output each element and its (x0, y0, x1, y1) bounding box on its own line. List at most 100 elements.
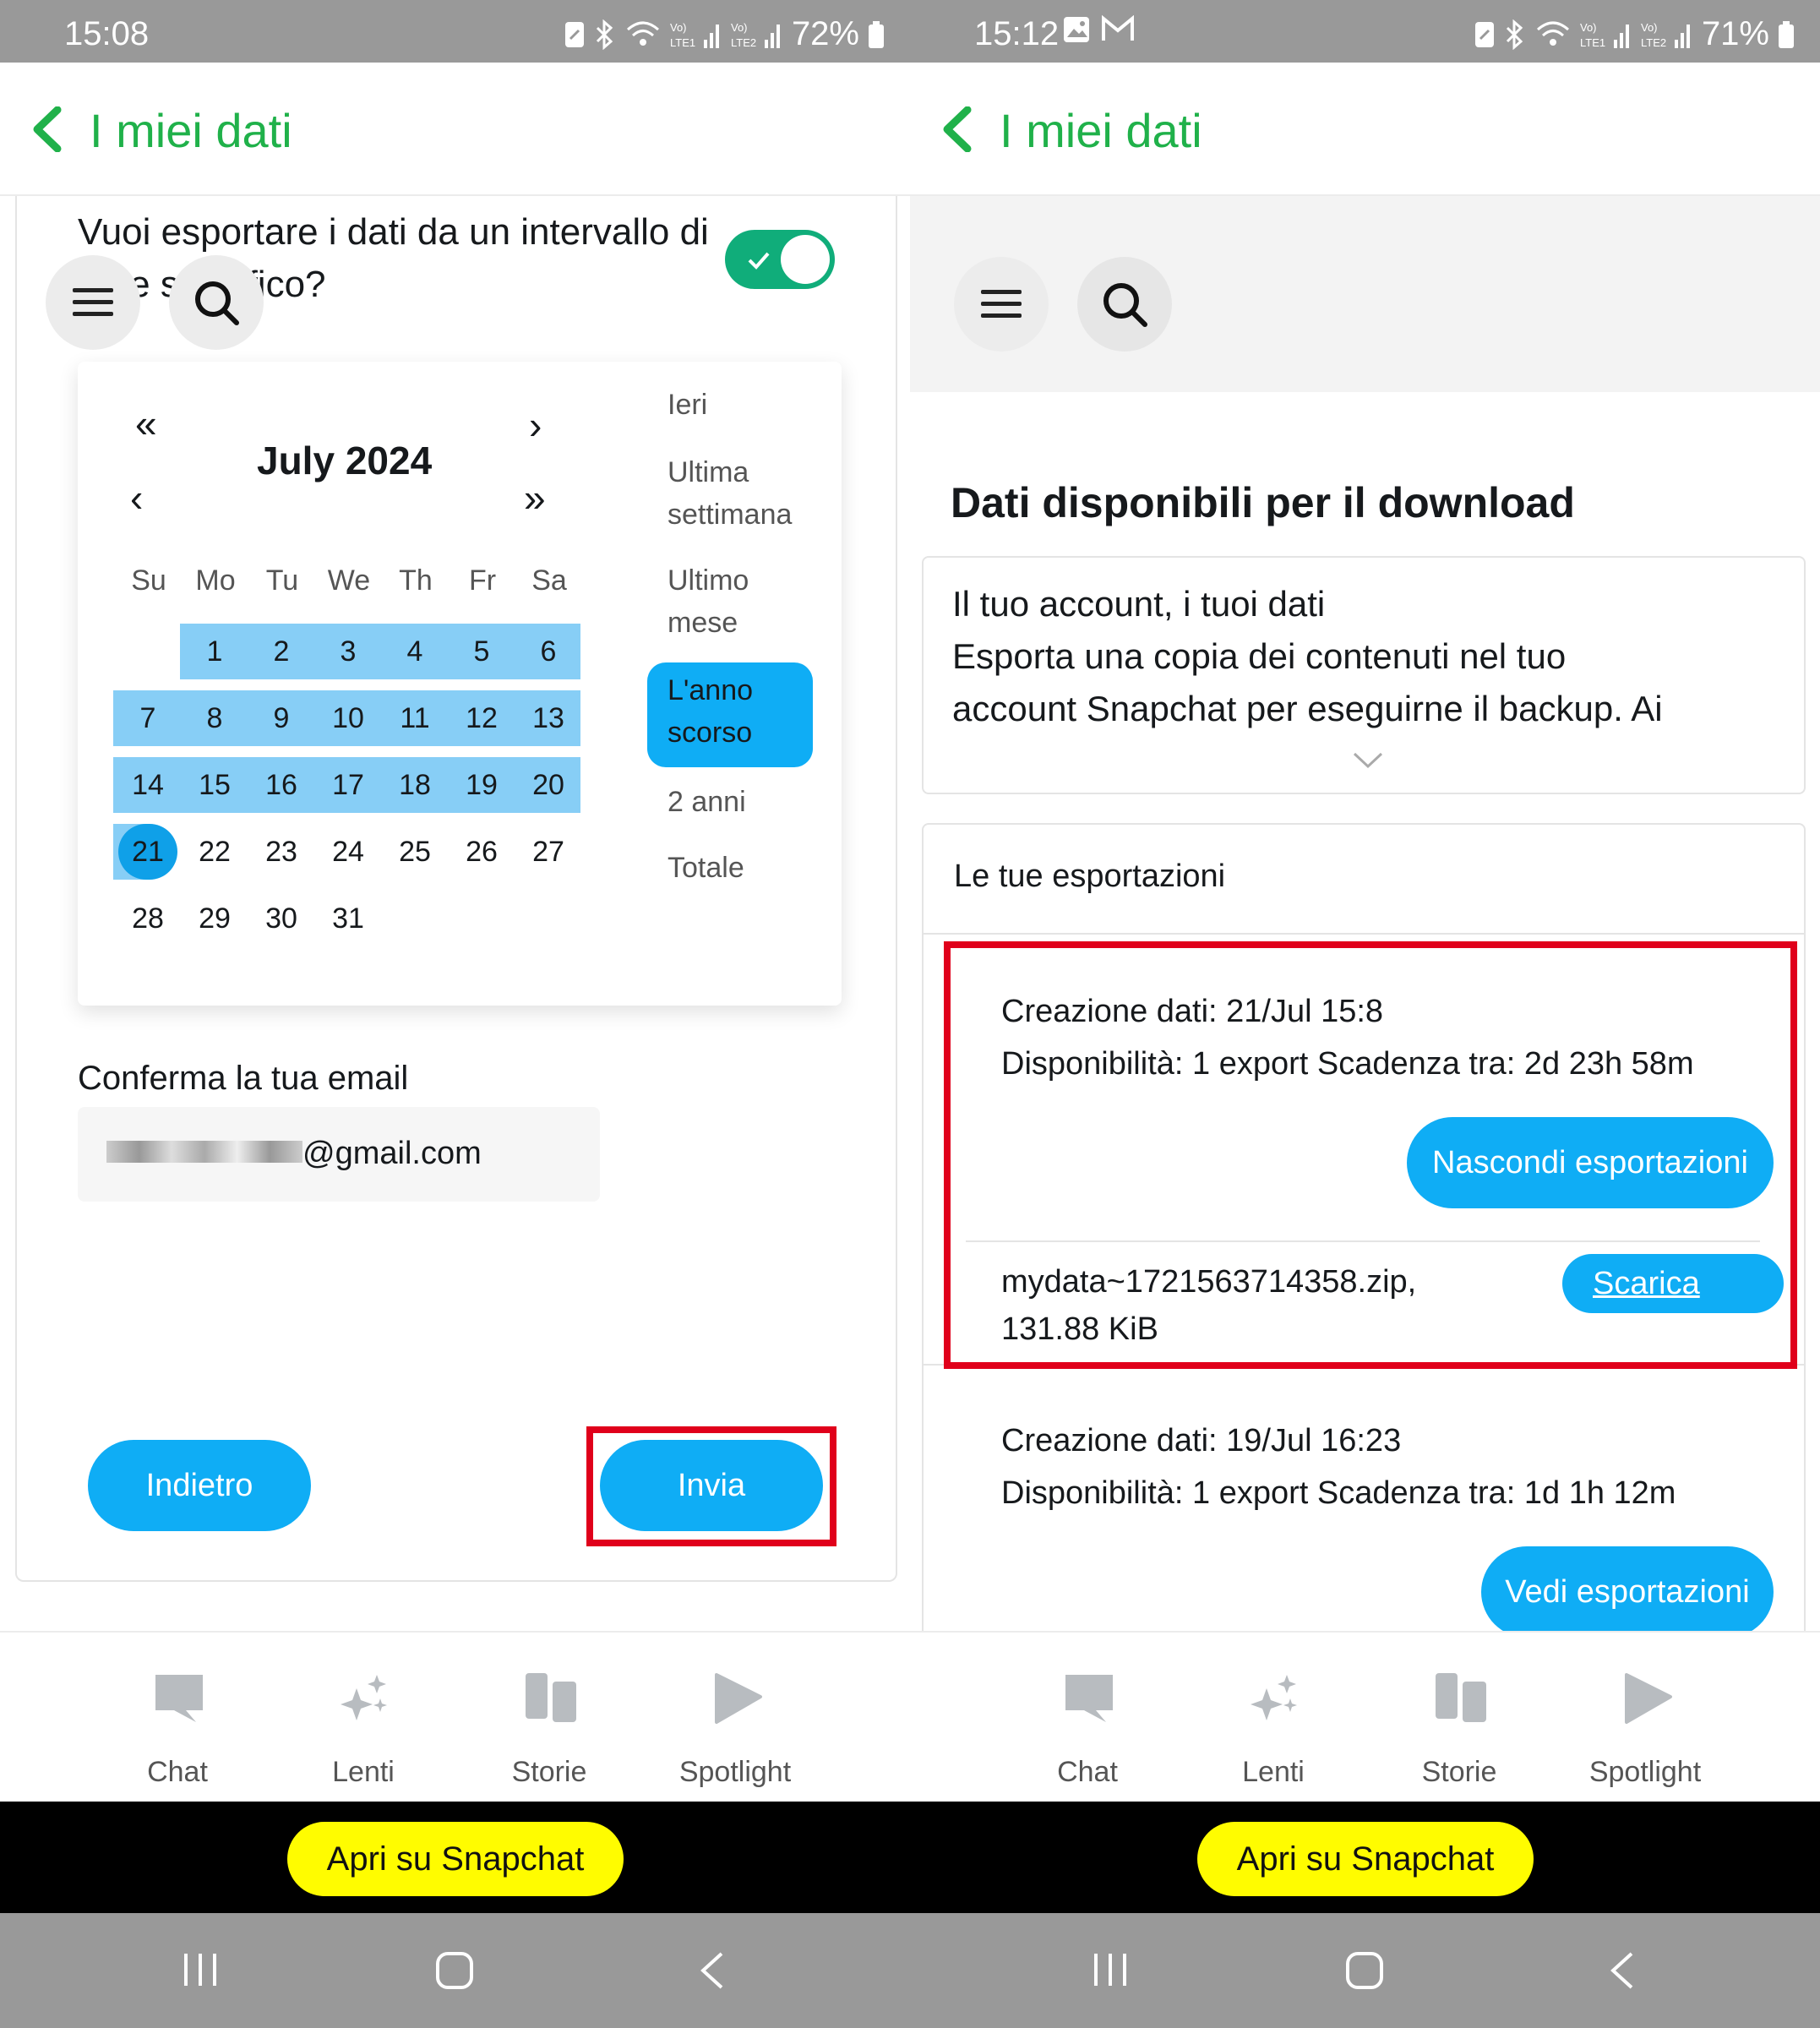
open-snapchat-button[interactable]: Apri su Snapchat (287, 1822, 624, 1896)
calendar-day[interactable]: 16 (248, 757, 314, 813)
menu-button[interactable] (954, 257, 1049, 352)
date-range-toggle[interactable] (725, 230, 835, 289)
calendar-day[interactable]: 25 (382, 824, 448, 880)
calendar-day[interactable]: 3 (315, 624, 381, 679)
quick-range-item[interactable]: 2 anni (668, 781, 746, 823)
quick-range-item-selected[interactable]: L'anno scorso (668, 669, 794, 754)
calendar-month: July 2024 (257, 439, 433, 482)
calendar-day[interactable]: 22 (182, 824, 248, 880)
home-icon[interactable] (434, 1950, 475, 1991)
calendar-day[interactable]: 2 (248, 624, 314, 679)
recents-icon[interactable] (1091, 1950, 1130, 1989)
calendar-day[interactable]: 14 (115, 757, 181, 813)
system-back-icon[interactable] (1608, 1950, 1635, 1991)
svg-text:LTE1: LTE1 (670, 36, 695, 49)
back-chevron-icon[interactable] (940, 106, 974, 152)
bluetooth-icon (596, 19, 613, 50)
calendar-day[interactable]: 24 (315, 824, 381, 880)
bottom-tab-bar: Chat Lenti Storie Spotlight (910, 1631, 1820, 1802)
tab-stories[interactable]: Storie (1392, 1633, 1527, 1803)
calendar-day[interactable]: 20 (515, 757, 581, 813)
svg-text:Vo): Vo) (1641, 21, 1658, 34)
email-label: Conferma la tua email (78, 1060, 409, 1097)
calendar-day-selected[interactable]: 21 (115, 824, 181, 880)
wifi-icon (1536, 21, 1569, 46)
chevron-down-icon[interactable] (1353, 752, 1383, 769)
quick-range-item[interactable]: Ultimo mese (668, 559, 794, 644)
calendar-day[interactable]: 5 (449, 624, 515, 679)
calendar-day[interactable]: 11 (382, 690, 448, 746)
image-icon (1064, 17, 1089, 42)
calendar-day[interactable]: 18 (382, 757, 448, 813)
search-button[interactable] (169, 255, 264, 350)
system-back-icon[interactable] (698, 1950, 725, 1991)
svg-text:Vo): Vo) (1580, 21, 1597, 34)
tab-lenses[interactable]: Lenti (1206, 1633, 1341, 1803)
next-year-icon[interactable]: » (524, 475, 546, 521)
info-card[interactable]: Il tuo account, i tuoi dati Esporta una … (922, 556, 1806, 794)
weekday-label: Th (399, 564, 433, 597)
next-month-icon[interactable]: › (529, 402, 542, 448)
bottom-tab-bar: Chat Lenti Storie Spotlight (0, 1631, 910, 1802)
calendar-day[interactable]: 28 (115, 891, 181, 946)
weekday-label: Tu (265, 564, 299, 597)
date-picker: « ‹ July 2024 › » Su Mo Tu We Th Fr Sa 1… (78, 362, 842, 1006)
hamburger-icon (73, 288, 113, 316)
calendar-day[interactable]: 23 (248, 824, 314, 880)
divider (924, 933, 1804, 935)
tab-lenses[interactable]: Lenti (296, 1633, 431, 1803)
prev-year-icon[interactable]: « (135, 401, 157, 446)
home-icon[interactable] (1344, 1950, 1385, 1991)
calendar-day[interactable]: 13 (515, 690, 581, 746)
calendar-day[interactable]: 7 (115, 690, 181, 746)
calendar-day[interactable]: 17 (315, 757, 381, 813)
calendar-day[interactable]: 1 (182, 624, 248, 679)
tab-spotlight[interactable]: Spotlight (1578, 1633, 1713, 1803)
info-text-line: account Snapchat per eseguirne il backup… (952, 689, 1663, 728)
calendar-day[interactable]: 31 (315, 891, 381, 946)
search-button[interactable] (1077, 257, 1172, 352)
play-icon (715, 1673, 762, 1724)
chat-icon (155, 1675, 203, 1722)
calendar-day[interactable]: 29 (182, 891, 248, 946)
calendar-day[interactable]: 19 (449, 757, 515, 813)
quick-range-item[interactable]: Ultima settimana (668, 451, 811, 536)
back-chevron-icon[interactable] (30, 106, 64, 152)
calendar-day[interactable]: 8 (182, 690, 248, 746)
calendar-day[interactable]: 15 (182, 757, 248, 813)
open-snapchat-button[interactable]: Apri su Snapchat (1197, 1822, 1534, 1896)
tab-chat[interactable]: Chat (1020, 1633, 1155, 1803)
tab-chat[interactable]: Chat (110, 1633, 245, 1803)
prev-month-icon[interactable]: ‹ (130, 475, 143, 521)
tab-spotlight[interactable]: Spotlight (668, 1633, 803, 1803)
calendar-day[interactable]: 26 (449, 824, 515, 880)
battery-level: 71% (1701, 15, 1769, 52)
calendar-day[interactable]: 10 (315, 690, 381, 746)
tab-label: Spotlight (678, 1756, 792, 1788)
sparkles-icon (1251, 1675, 1297, 1720)
gmail-icon (1102, 15, 1134, 41)
calendar-day[interactable]: 6 (515, 624, 581, 679)
tab-label: Chat (1057, 1756, 1118, 1788)
recents-icon[interactable] (181, 1950, 220, 1989)
email-field[interactable]: @gmail.com (78, 1107, 600, 1202)
quick-range-item[interactable]: Ieri (668, 384, 707, 426)
svg-text:LTE1: LTE1 (1580, 36, 1605, 49)
calendar-day[interactable]: 27 (515, 824, 581, 880)
quick-range-item[interactable]: Totale (668, 847, 744, 889)
system-nav-bar (910, 1913, 1820, 2028)
svg-text:LTE2: LTE2 (1641, 36, 1666, 49)
calendar-day[interactable]: 12 (449, 690, 515, 746)
calendar-day[interactable]: 9 (248, 690, 314, 746)
menu-button[interactable] (46, 255, 140, 350)
battery-icon (869, 20, 884, 48)
header: I miei dati (910, 63, 1820, 196)
calendar-day[interactable]: 4 (382, 624, 448, 679)
weekday-label: Mo (195, 564, 236, 597)
notification-icons (1062, 15, 1135, 44)
email-value: @gmail.com (302, 1136, 482, 1171)
calendar-day[interactable]: 30 (248, 891, 314, 946)
tab-stories[interactable]: Storie (482, 1633, 617, 1803)
back-button[interactable]: Indietro (88, 1440, 311, 1531)
view-exports-button[interactable]: Vedi esportazioni (1481, 1546, 1774, 1638)
